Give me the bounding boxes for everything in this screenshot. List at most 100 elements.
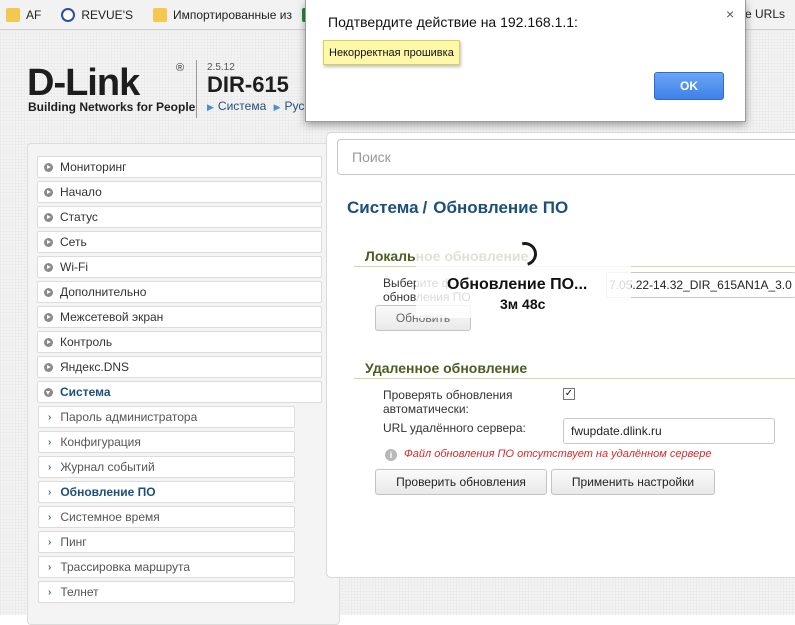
auto-check-label-line1: Проверять обновления bbox=[383, 388, 513, 402]
sidebar-subitem-label: Телнет bbox=[60, 585, 99, 599]
sidebar-subitem-telnet[interactable]: › Телнет bbox=[38, 581, 295, 603]
logo-tagline: Building Networks for People bbox=[28, 100, 196, 114]
chevron-right-icon: › bbox=[48, 561, 52, 573]
folder-icon bbox=[6, 7, 20, 22]
server-url-value: fwupdate.dlink.ru bbox=[571, 424, 662, 438]
expand-arrow-icon bbox=[44, 187, 53, 197]
sidebar-subitem-label: Трассировка маршрута bbox=[60, 560, 191, 574]
breadcrumb-arrow-icon: ▶ bbox=[273, 102, 281, 112]
sidebar-subitem-ping[interactable]: › Пинг bbox=[38, 531, 295, 553]
chevron-right-icon: › bbox=[48, 411, 52, 423]
sidebar-item-label: Дополнительно bbox=[60, 285, 147, 299]
sidebar-item-status[interactable]: Статус bbox=[37, 206, 322, 228]
chevron-right-icon: › bbox=[48, 436, 52, 448]
device-model: DIR-615 bbox=[207, 72, 289, 97]
close-icon[interactable]: × bbox=[726, 6, 734, 22]
expand-arrow-icon bbox=[44, 237, 53, 247]
sidebar-subitem-traceroute[interactable]: › Трассировка маршрута bbox=[38, 556, 295, 578]
auto-check-checkbox[interactable]: ✓ bbox=[563, 388, 575, 400]
auto-check-label-line2: автоматически: bbox=[383, 402, 469, 416]
check-updates-button[interactable]: Проверить обновления bbox=[375, 469, 547, 495]
expand-arrow-icon bbox=[44, 287, 53, 297]
breadcrumb-item-language[interactable]: Рус bbox=[285, 99, 305, 113]
sidebar-item-label: Яндекс.DNS bbox=[60, 360, 130, 374]
dialog-title: Подтвердите действие на 192.168.1.1: bbox=[328, 14, 578, 30]
bookmark-label: Импортированные из bbox=[172, 7, 292, 22]
auto-check-label: Проверять обновления автоматически: bbox=[383, 388, 512, 416]
server-url-label: URL удалённого сервера: bbox=[383, 421, 526, 435]
sidebar-item-label: Межсетевой экран bbox=[60, 310, 164, 324]
collapse-arrow-icon bbox=[44, 387, 53, 397]
dlink-logo: D-Link bbox=[27, 62, 140, 104]
apply-settings-button[interactable]: Применить настройки bbox=[551, 469, 715, 495]
breadcrumb: ▶ Система ▶ Рус bbox=[207, 99, 304, 113]
sidebar-subitem-system-time[interactable]: › Системное время bbox=[38, 506, 295, 528]
sidebar-item-label: Начало bbox=[60, 185, 102, 199]
chevron-right-icon: › bbox=[48, 511, 52, 523]
chevron-right-icon: › bbox=[48, 461, 52, 473]
sidebar-item-yandex-dns[interactable]: Яндекс.DNS bbox=[37, 356, 322, 378]
sidebar-subitem-label: Пароль администратора bbox=[60, 410, 198, 424]
sidebar-item-monitoring[interactable]: Мониторинг bbox=[37, 156, 322, 178]
page-title-section: Система bbox=[347, 198, 419, 217]
sidebar-item-firewall[interactable]: Межсетевой экран bbox=[37, 306, 322, 328]
firmware-file-value: 7.05.22-14.32_DIR_615AN1A_3.0 bbox=[609, 278, 792, 292]
bookmark-revues[interactable]: REVUE'S bbox=[61, 7, 133, 22]
chevron-right-icon: › bbox=[48, 486, 52, 498]
sidebar-item-label: Мониторинг bbox=[60, 160, 127, 174]
expand-arrow-icon bbox=[44, 337, 53, 347]
confirm-dialog: Подтвердите действие на 192.168.1.1: × Н… bbox=[305, 0, 746, 122]
logo-registered-mark: ® bbox=[176, 62, 185, 74]
sidebar-item-system[interactable]: Система bbox=[37, 381, 322, 403]
sidebar-item-control[interactable]: Контроль bbox=[37, 331, 322, 353]
loading-time: 3м 48с bbox=[500, 296, 546, 312]
expand-arrow-icon bbox=[44, 212, 53, 222]
ok-button[interactable]: OK bbox=[654, 72, 724, 100]
expand-arrow-icon bbox=[44, 312, 53, 322]
page-title-page: Обновление ПО bbox=[433, 198, 569, 217]
sidebar-subitem-event-log[interactable]: › Журнал событий bbox=[38, 456, 295, 478]
remote-update-heading: Удаленное обновление bbox=[354, 358, 795, 379]
page-title-separator: / bbox=[422, 198, 428, 217]
bookmark-label: AF bbox=[26, 7, 42, 22]
search-input[interactable]: Поиск bbox=[337, 139, 795, 175]
chevron-right-icon: › bbox=[48, 536, 52, 548]
breadcrumb-item-system[interactable]: Система bbox=[218, 99, 266, 113]
expand-arrow-icon bbox=[44, 262, 53, 272]
dialog-message: Некорректная прошивка bbox=[323, 40, 460, 65]
expand-arrow-icon bbox=[44, 362, 53, 372]
loading-title: Обновление ПО... bbox=[447, 276, 588, 293]
sidebar-subitem-admin-password[interactable]: › Пароль администратора bbox=[38, 406, 295, 428]
sidebar-subitem-firmware-update[interactable]: › Обновление ПО bbox=[38, 481, 295, 503]
info-icon: i bbox=[385, 449, 397, 461]
sidebar-subitem-label: Системное время bbox=[60, 510, 160, 524]
sidebar-item-advanced[interactable]: Дополнительно bbox=[37, 281, 322, 303]
header-divider bbox=[196, 60, 197, 118]
sidebar-item-label: Статус bbox=[60, 210, 98, 224]
server-url-input[interactable]: fwupdate.dlink.ru bbox=[563, 418, 775, 444]
bookmark-imported[interactable]: Импортированные из bbox=[152, 7, 292, 22]
sidebar-item-label: Wi-Fi bbox=[60, 260, 88, 274]
sidebar-subitem-configuration[interactable]: › Конфигурация bbox=[38, 431, 295, 453]
folder-icon bbox=[152, 7, 167, 22]
sidebar-subitem-label: Пинг bbox=[60, 535, 87, 549]
breadcrumb-arrow-icon: ▶ bbox=[207, 102, 214, 112]
sidebar-item-label: Сеть bbox=[60, 235, 87, 249]
bookmark-af[interactable]: AF bbox=[6, 7, 42, 22]
sidebar-item-label: Контроль bbox=[60, 335, 113, 349]
sidebar-item-network[interactable]: Сеть bbox=[37, 231, 322, 253]
expand-arrow-icon bbox=[44, 162, 53, 172]
firmware-file-input[interactable]: 7.05.22-14.32_DIR_615AN1A_3.0 bbox=[606, 272, 795, 298]
sidebar-subitem-label: Конфигурация bbox=[60, 435, 141, 449]
sidebar-subitem-label: Журнал событий bbox=[60, 460, 155, 474]
sidebar-subitem-label: Обновление ПО bbox=[60, 485, 156, 499]
remote-update-heading-text: Удаленное обновление bbox=[365, 360, 528, 376]
page-title: Система / Обновление ПО bbox=[347, 198, 568, 218]
sidebar-item-wifi[interactable]: Wi-Fi bbox=[37, 256, 322, 278]
bookmark-label: REVUE'S bbox=[81, 7, 133, 22]
sidebar-item-label: Система bbox=[60, 385, 111, 399]
sidebar-item-start[interactable]: Начало bbox=[37, 181, 322, 203]
globe-icon bbox=[61, 7, 76, 22]
search-placeholder: Поиск bbox=[352, 149, 391, 165]
error-message: Файл обновления ПО отсутствует на удалён… bbox=[404, 448, 712, 460]
